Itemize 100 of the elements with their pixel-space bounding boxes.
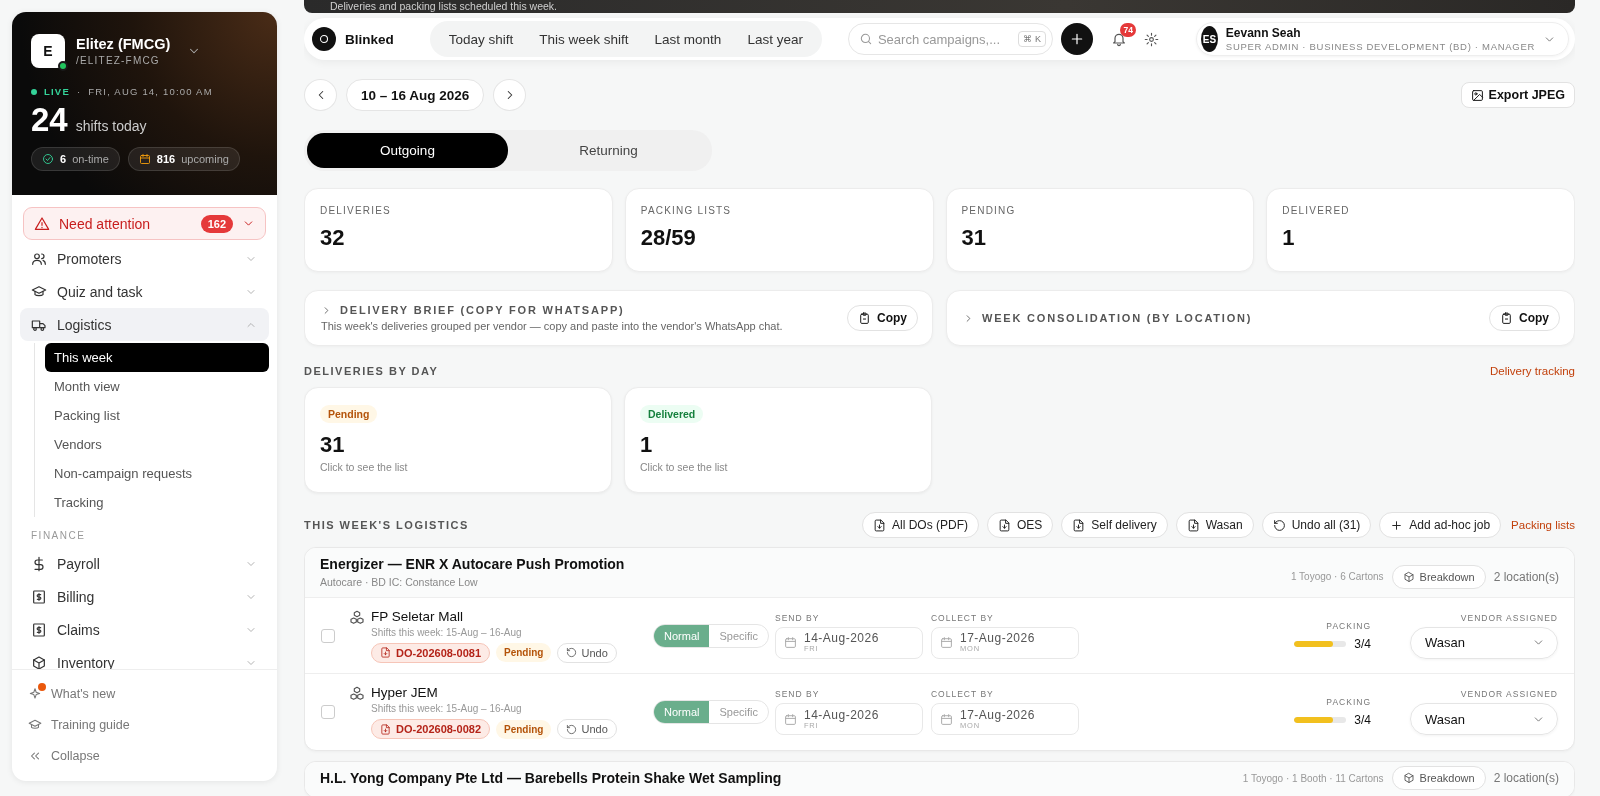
undo-icon — [566, 723, 578, 735]
shift-dates: Shifts this week: 15-Aug – 16-Aug — [371, 626, 523, 638]
field-label: PACKING — [1325, 697, 1371, 707]
date-value: 17-Aug-2026 — [960, 708, 1035, 721]
day-count: 31 — [320, 432, 346, 458]
copy-button[interactable]: Copy — [847, 305, 918, 331]
chip-label: on-time — [72, 153, 109, 165]
warning-icon — [34, 215, 50, 232]
status-badge: Pending — [496, 719, 552, 739]
copy-button[interactable]: Copy — [1489, 305, 1560, 331]
cubes-icon — [349, 610, 365, 626]
nav-subitem[interactable]: Packing list — [45, 401, 269, 430]
tab[interactable]: Outgoing — [307, 133, 508, 168]
checkbox[interactable] — [321, 705, 335, 719]
check-circle-icon — [42, 153, 54, 165]
shift-count: 24 — [31, 101, 68, 139]
section-heading: DELIVERIES BY DAY — [304, 365, 439, 377]
stat-label: DELIVERED — [1282, 205, 1351, 216]
nav-item[interactable]: Payroll — [20, 547, 269, 580]
undo-button[interactable]: Undo all (31) — [1261, 512, 1372, 538]
range-tab[interactable]: Last month — [641, 24, 735, 54]
add-button[interactable]: Add ad-hoc job — [1379, 512, 1502, 538]
link[interactable]: Delivery tracking — [1490, 365, 1575, 377]
footer-link[interactable]: Training guide — [28, 709, 130, 740]
settings-button[interactable] — [1143, 31, 1159, 47]
logo-letter: E — [43, 43, 53, 59]
packing-count: 3/4 — [1354, 713, 1371, 727]
group-summary: 1 Toyogo · 1 Booth · 11 Cartons — [1242, 772, 1384, 784]
graduation-cap-icon — [28, 717, 42, 732]
tab[interactable]: Returning — [508, 133, 709, 168]
nav-subitem[interactable]: Tracking — [45, 488, 269, 517]
stat-value: 31 — [961, 225, 987, 251]
dollar-icon — [31, 555, 47, 572]
user-role: SUPER ADMIN · BUSINESS DEVELOPMENT (BD) · MANAGER — [1225, 41, 1535, 52]
export-button[interactable]: Export JPEG — [1460, 82, 1575, 108]
calendar-icon — [784, 712, 797, 726]
undo-icon — [566, 647, 578, 658]
stat-value: 28/59 — [640, 225, 697, 251]
file-download-icon — [380, 723, 391, 735]
notifications-button[interactable] — [1110, 31, 1127, 47]
download-button[interactable]: All DOs (PDF) — [862, 512, 979, 538]
location-name: Hyper JEM — [371, 685, 439, 700]
nav-subitem[interactable]: This week — [45, 343, 269, 372]
document-badge[interactable]: DO-202608-0082 — [371, 719, 490, 739]
bell-icon — [1110, 31, 1127, 47]
section-label: FINANCE — [30, 529, 87, 543]
live-datetime: FRI, AUG 14, 10:00 AM — [88, 86, 213, 97]
status-badge: Pending — [320, 405, 378, 423]
document-badge[interactable]: DO-202608-0081 — [371, 642, 490, 663]
nav-item[interactable]: Billing — [20, 580, 269, 613]
clipboard-icon — [1500, 311, 1513, 325]
file-download-icon — [1186, 518, 1200, 532]
attention-button[interactable]: Need attention 162 — [23, 207, 266, 240]
box-icon — [31, 654, 47, 669]
location-count: 2 location(s) — [1493, 569, 1559, 584]
brand-name: Blinked — [345, 31, 394, 47]
day-card[interactable]: Pending 31 Click to see the list — [304, 387, 612, 493]
nav-subitem[interactable]: Non-campaign requests — [45, 459, 269, 488]
day-card[interactable]: Delivered 1 Click to see the list — [624, 387, 932, 493]
nav-item[interactable]: Promoters — [20, 242, 269, 275]
location-name: FP Seletar Mall — [371, 608, 465, 624]
field-label: COLLECT BY — [931, 689, 995, 699]
footer-link[interactable]: Collapse — [28, 740, 100, 771]
nav-item[interactable]: Claims — [20, 613, 269, 646]
breakdown-button[interactable]: Breakdown — [1391, 766, 1486, 790]
file-download-icon — [1072, 518, 1086, 532]
date-value: 17-Aug-2026 — [960, 632, 1035, 644]
nav-subitem[interactable]: Vendors — [45, 430, 269, 459]
ring-icon — [317, 32, 331, 46]
download-button[interactable]: OES — [987, 512, 1054, 538]
range-tab[interactable]: This week shift — [526, 24, 642, 54]
breakdown-button[interactable]: Breakdown — [1391, 564, 1486, 589]
range-tab[interactable]: Today shift — [435, 24, 527, 54]
nav-item[interactable]: Quiz and task — [20, 275, 269, 308]
group-title: H.L. Yong Company Pte Ltd — Barebells Protein Shake Wet Sampling — [320, 770, 783, 786]
search-icon — [858, 32, 873, 46]
link[interactable]: Packing lists — [1511, 519, 1575, 531]
shortcut-key: ⌘ K — [1018, 31, 1046, 47]
stat-label: DELIVERIES — [320, 205, 392, 216]
next-button[interactable] — [493, 79, 527, 111]
clipboard-icon — [858, 311, 871, 325]
nav-subitem[interactable]: Month view — [45, 372, 269, 401]
people-icon — [31, 250, 47, 267]
plus-icon — [1390, 518, 1404, 532]
date-range-button[interactable]: 10 – 16 Aug 2026 — [346, 79, 485, 111]
add-button[interactable] — [1060, 23, 1093, 55]
file-download-icon — [380, 647, 391, 658]
banner-text: Deliveries and packing lists scheduled this week. — [330, 0, 559, 12]
field-label: VENDOR ASSIGNED — [1459, 689, 1558, 699]
brief-title: WEEK CONSOLIDATION (BY LOCATION) — [982, 312, 1253, 324]
download-button[interactable]: Self delivery — [1061, 512, 1168, 538]
download-button[interactable]: Wasan — [1175, 512, 1254, 538]
checkbox[interactable] — [321, 628, 335, 643]
settings-icon — [1143, 31, 1159, 47]
previous-button[interactable] — [304, 79, 337, 111]
footer-link[interactable]: What's new — [28, 678, 116, 709]
calendar-icon — [784, 636, 797, 649]
file-download-icon — [998, 518, 1011, 532]
range-tab[interactable]: Last year — [734, 24, 816, 54]
location-count: 2 location(s) — [1493, 771, 1559, 785]
